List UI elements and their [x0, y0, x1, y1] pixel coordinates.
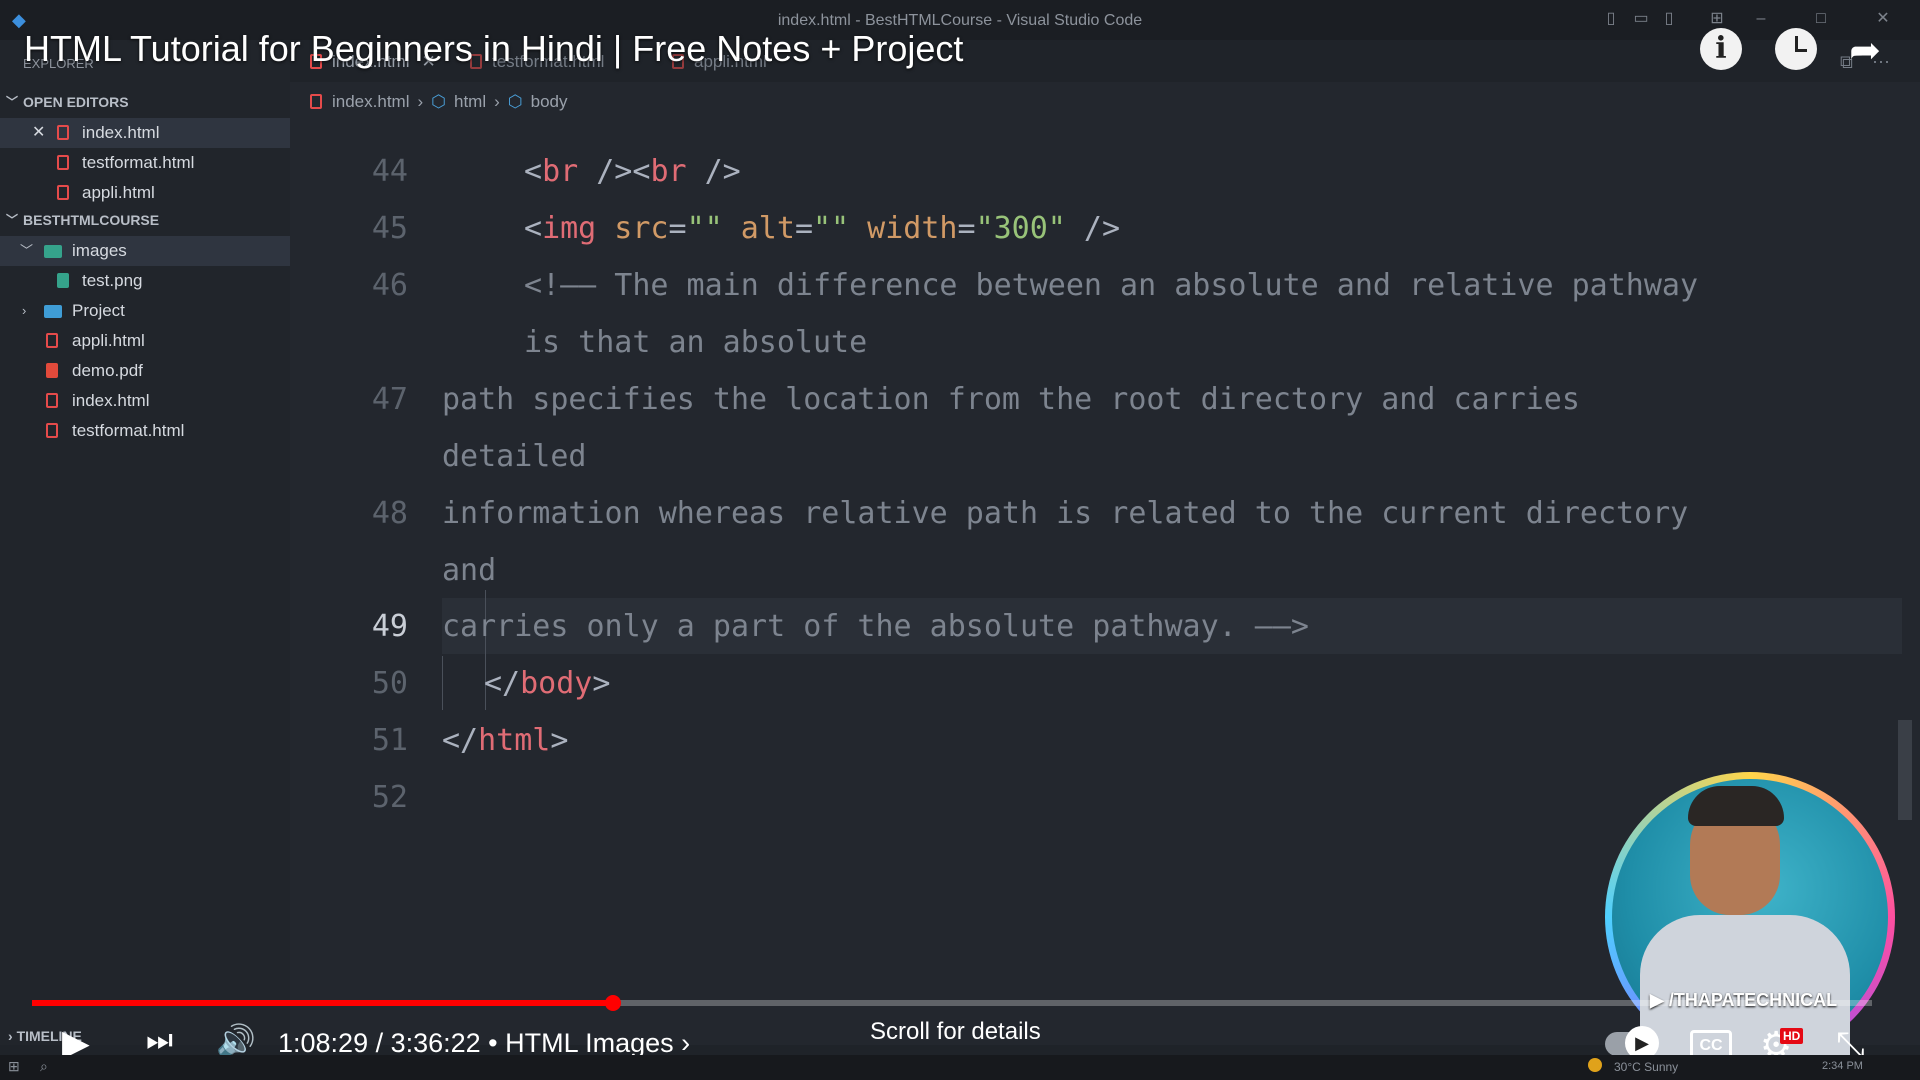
line-number: 45 [371, 211, 408, 246]
code-line-48-wrap: and [442, 553, 497, 588]
tree-item-label: index.html [72, 391, 150, 410]
line-number: 46 [371, 268, 408, 303]
scroll-for-details[interactable]: Scroll for details [870, 1018, 1041, 1046]
customize-layout-icon[interactable]: ⊞ [1708, 10, 1726, 28]
open-editor-item-index[interactable]: ✕ index.html [0, 118, 290, 148]
tree-item-index[interactable]: index.html [0, 386, 290, 416]
code-line-45: <img src="" alt="" width="300" /> [524, 211, 1121, 246]
html-file-icon [310, 94, 322, 109]
tree-item-project[interactable]: › Project [0, 296, 290, 326]
code-line-44: <br /><br /> [524, 154, 741, 189]
share-icon[interactable]: ➦ [1840, 26, 1890, 76]
open-editor-item-appli[interactable]: appli.html [0, 178, 290, 208]
html-file-icon [46, 393, 58, 408]
open-editor-label: testformat.html [82, 153, 195, 172]
line-number: 48 [371, 496, 408, 531]
image-folder-icon [44, 245, 62, 258]
open-editors-header[interactable]: ﹀ OPEN EDITORS [0, 88, 290, 116]
sidebar-toggle-icon[interactable]: ▯ [1660, 10, 1678, 28]
vscode-logo-icon: ◆ [12, 10, 26, 30]
tree-item-testformat[interactable]: testformat.html [0, 416, 290, 446]
open-editor-item-testformat[interactable]: testformat.html [0, 148, 290, 178]
tree-item-demo-pdf[interactable]: demo.pdf [0, 356, 290, 386]
code-line-48: information whereas relative path is rel… [442, 496, 1689, 531]
layout-toggle-icon[interactable]: ▯ [1602, 10, 1620, 28]
tree-item-label: appli.html [72, 331, 145, 350]
line-number: 49 [371, 609, 408, 644]
video-progress-fill [32, 1000, 613, 1006]
windows-start-icon[interactable]: ⊞ [8, 1058, 20, 1075]
code-line-46-wrap: is that an absolute [524, 325, 868, 360]
tree-item-label: images [72, 241, 127, 260]
element-icon: ⬡ [431, 92, 446, 111]
line-number: 52 [371, 780, 408, 815]
autoplay-toggle[interactable]: ▶ [1605, 1026, 1659, 1060]
open-editor-label: appli.html [82, 183, 155, 202]
chevron-right-icon: › [8, 1028, 17, 1044]
system-clock: 2:34 PM [1822, 1060, 1863, 1072]
tree-item-label: demo.pdf [72, 361, 143, 380]
line-number: 51 [371, 723, 408, 758]
html-file-icon [46, 333, 58, 348]
weather-text: 30°C Sunny [1614, 1060, 1679, 1074]
chevron-down-icon: ﹀ [20, 243, 34, 258]
code-line-47-wrap: detailed [442, 439, 587, 474]
video-progress-knob[interactable] [605, 995, 621, 1011]
tree-item-label: testformat.html [72, 421, 185, 440]
chevron-down-icon: ﹀ [6, 213, 19, 227]
weather-icon [1588, 1058, 1602, 1072]
hd-badge: HD [1780, 1028, 1804, 1044]
close-editor-icon[interactable]: ✕ [32, 118, 45, 148]
tree-item-images[interactable]: ﹀ images [0, 236, 290, 266]
next-video-icon[interactable]: ⏭ [146, 1024, 173, 1058]
maximize-icon[interactable]: □ [1812, 10, 1830, 28]
code-line-49: carries only a part of the absolute path… [442, 609, 1309, 644]
breadcrumb: index.html › ⬡ html › ⬡ body [310, 92, 576, 112]
minimize-icon[interactable]: – [1752, 10, 1770, 28]
line-number: 44 [371, 154, 408, 189]
tree-item-appli[interactable]: appli.html [0, 326, 290, 356]
open-editor-label: index.html [82, 123, 160, 142]
breadcrumb-item[interactable]: body [531, 92, 568, 111]
tree-item-test-png[interactable]: test.png [0, 266, 290, 296]
chevron-down-icon: ﹀ [6, 95, 19, 109]
code-line-47: path specifies the location from the roo… [442, 382, 1580, 417]
taskbar-search-icon[interactable]: ⌕ [40, 1058, 48, 1075]
folder-icon [44, 305, 62, 318]
chevron-right-icon: › [494, 92, 500, 111]
open-editors-title: OPEN EDITORS [23, 94, 129, 110]
pdf-file-icon [46, 363, 58, 378]
info-icon[interactable]: i [1700, 28, 1742, 70]
html-file-icon [57, 185, 69, 200]
tree-item-label: test.png [82, 271, 143, 290]
html-file-icon [57, 125, 69, 140]
breadcrumb-item[interactable]: html [454, 92, 486, 111]
element-icon: ⬡ [507, 92, 523, 111]
line-number: 47 [371, 382, 408, 417]
indent-guide [442, 656, 443, 710]
project-title: BESTHTMLCOURSE [23, 212, 160, 228]
video-title[interactable]: HTML Tutorial for Beginners in Hindi | F… [24, 28, 963, 70]
editor-scrollbar[interactable] [1898, 720, 1912, 820]
html-file-icon [57, 155, 69, 170]
chevron-right-icon: › [417, 92, 424, 111]
code-line-50: </body> [484, 666, 611, 701]
code-line-46: <!—— The main difference between an abso… [524, 268, 1698, 303]
code-line-51: </html> [442, 723, 569, 758]
presenter-hair [1688, 786, 1784, 826]
panel-toggle-icon[interactable]: ▭ [1632, 10, 1650, 28]
chevron-right-icon: › [22, 303, 27, 318]
project-header[interactable]: ﹀ BESTHTMLCOURSE [0, 206, 290, 234]
line-number: 50 [371, 666, 408, 701]
breadcrumb-item[interactable]: index.html [332, 92, 409, 111]
tree-item-label: Project [72, 301, 125, 320]
watch-later-icon[interactable] [1775, 28, 1817, 70]
image-file-icon [57, 273, 69, 288]
html-file-icon [46, 423, 58, 438]
